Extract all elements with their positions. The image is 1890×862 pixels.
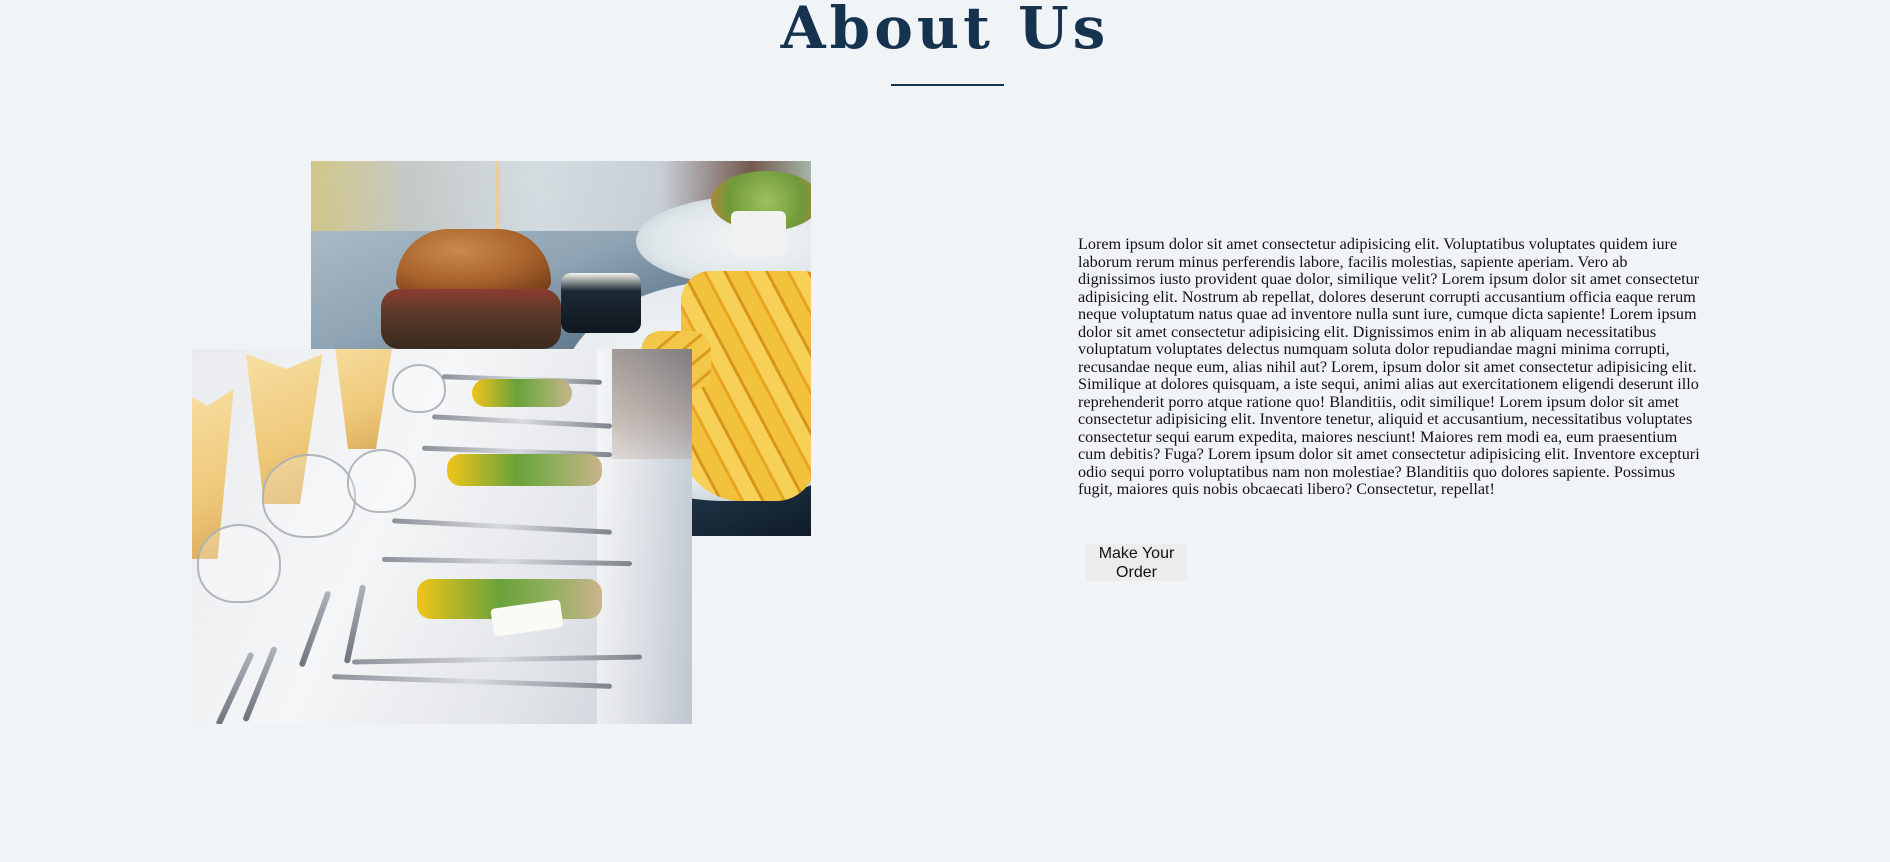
section-title: About Us: [780, 0, 1110, 62]
table-setting-photo: [192, 349, 692, 724]
about-paragraph: Lorem ipsum dolor sit amet consectetur a…: [1078, 235, 1700, 498]
about-section: About Us Lorem ipsum dolor sit amet cons…: [0, 0, 1890, 862]
make-order-button[interactable]: Make Your Order: [1086, 544, 1187, 581]
title-underline: [891, 84, 1004, 86]
